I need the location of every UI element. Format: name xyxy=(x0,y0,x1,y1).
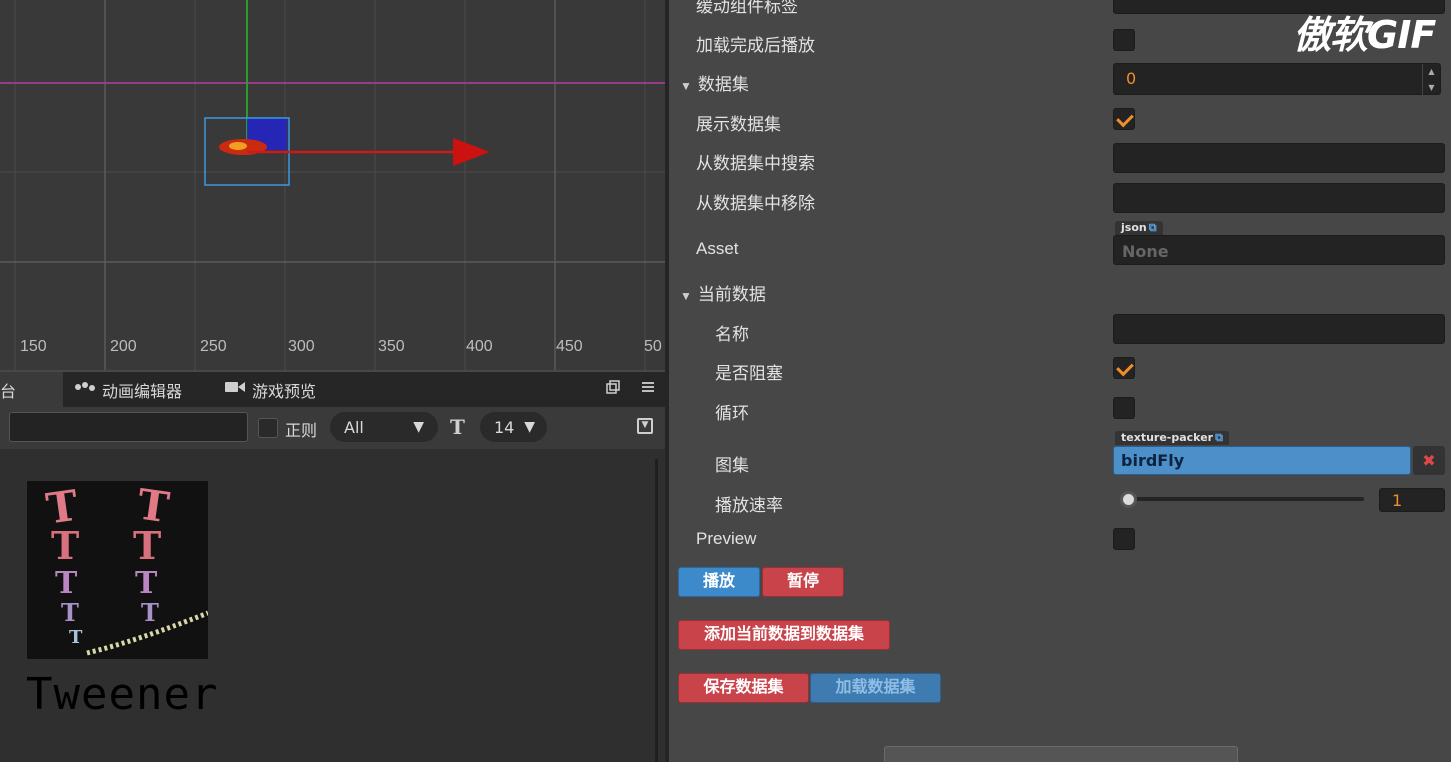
play-rate-slider-track[interactable] xyxy=(1123,497,1364,501)
atlas-tag-text: texture-packer xyxy=(1121,431,1214,444)
regex-label: 正则 xyxy=(285,421,318,440)
name-label: 名称 xyxy=(715,325,749,344)
add-component-button[interactable] xyxy=(884,746,1238,762)
menu-icon[interactable] xyxy=(639,380,657,398)
gizmo-x-arrow xyxy=(453,138,490,166)
preview-checkbox[interactable] xyxy=(1113,528,1135,550)
remove-dataset-input[interactable] xyxy=(1113,183,1445,213)
scene-view[interactable]: 150 200 250 300 350 400 450 50 xyxy=(0,0,665,370)
log-area: T T T T T T T T T Tweener xyxy=(0,449,665,762)
search-dataset-input[interactable] xyxy=(1113,143,1445,173)
svg-text:T: T xyxy=(61,598,79,627)
watermark-logo: 傲软GIF xyxy=(1293,13,1436,57)
atlas-value: birdFly xyxy=(1121,451,1185,470)
pause-button[interactable]: 暂停 xyxy=(762,567,844,597)
panel-tabbar: 台 动画编辑器 游戏预览 xyxy=(0,372,665,407)
save-dataset-button[interactable]: 保存数据集 xyxy=(678,673,809,703)
current-data-section-header[interactable]: ▼ 当前数据 xyxy=(680,280,766,305)
tab-label: 台 xyxy=(0,383,17,401)
inspector-panel: 缓动组件标签 加载完成后播放 ▼ 数据集 0 ▲ ▼ 展示数据集 从数据集中搜索 从… xyxy=(669,0,1451,762)
asset-label: Asset xyxy=(696,239,739,258)
ruler-tick: 450 xyxy=(556,338,583,355)
font-size-select[interactable]: 14 ▼ xyxy=(480,412,547,442)
name-input[interactable] xyxy=(1113,314,1445,344)
show-dataset-label: 展示数据集 xyxy=(696,115,781,134)
caret-down-icon: ▼ xyxy=(524,419,535,435)
popout-icon[interactable] xyxy=(604,380,622,398)
triangle-down-icon: ▼ xyxy=(680,289,692,303)
add-current-data-button[interactable]: 添加当前数据到数据集 xyxy=(678,620,890,650)
thumbnail-caption: Tweener xyxy=(26,669,219,720)
scene-canvas[interactable] xyxy=(0,0,665,370)
tab-game-preview[interactable]: 游戏预览 xyxy=(224,372,344,407)
tab-label: 动画编辑器 xyxy=(102,383,183,401)
external-link-icon[interactable]: ⧉ xyxy=(1215,431,1223,444)
console-toolbar: 正则 All ▼ T 14 ▼ ▼ xyxy=(0,407,665,449)
atlas-type-tag: texture-packer ⧉ xyxy=(1115,431,1229,445)
log-level-value: All xyxy=(344,417,364,437)
ruler-tick: 400 xyxy=(466,338,493,355)
collapse-icon[interactable]: ▼ xyxy=(637,418,653,434)
svg-text:T: T xyxy=(55,566,78,601)
asset-input[interactable]: None xyxy=(1113,235,1445,265)
ruler-tick: 150 xyxy=(20,338,47,355)
show-dataset-checkbox[interactable] xyxy=(1113,108,1135,130)
external-link-icon[interactable]: ⧉ xyxy=(1149,221,1157,234)
clear-icon[interactable]: ✖ xyxy=(1413,446,1445,475)
dataset-section-header[interactable]: ▼ 数据集 xyxy=(680,70,749,95)
loop-checkbox[interactable] xyxy=(1113,397,1135,419)
easing-label-label: 缓动组件标签 xyxy=(696,0,798,16)
number-stepper[interactable]: ▲ ▼ xyxy=(1422,64,1440,96)
play-rate-label: 播放速率 xyxy=(715,496,783,515)
load-dataset-button[interactable]: 加载数据集 xyxy=(810,673,941,703)
tweener-logo-image: T T T T T T T T T xyxy=(27,481,208,659)
console-panel: 台 动画编辑器 游戏预览 正则 All ▼ T 14 ▼ ▼ T T T T T… xyxy=(0,372,665,762)
log-level-select[interactable]: All ▼ xyxy=(330,412,438,442)
caret-down-icon: ▼ xyxy=(413,419,424,435)
asset-tag-text: json xyxy=(1121,221,1147,234)
svg-text:T: T xyxy=(51,523,79,568)
blocking-label: 是否阻塞 xyxy=(715,364,783,383)
ruler-tick: 50 xyxy=(644,338,662,355)
atlas-label: 图集 xyxy=(715,456,749,475)
triangle-down-icon: ▼ xyxy=(680,79,692,93)
vertical-scrollbar[interactable] xyxy=(655,459,658,762)
tab-console[interactable]: 台 xyxy=(0,372,63,407)
search-dataset-label: 从数据集中搜索 xyxy=(696,154,815,173)
atlas-input[interactable]: birdFly xyxy=(1113,446,1411,475)
blocking-checkbox[interactable] xyxy=(1113,357,1135,379)
asset-type-tag: json ⧉ xyxy=(1115,221,1163,235)
dataset-value: 0 xyxy=(1126,69,1137,88)
play-rate-value: 1 xyxy=(1392,491,1403,510)
svg-text:T: T xyxy=(69,627,83,648)
asset-value: None xyxy=(1122,242,1169,261)
preview-label: Preview xyxy=(696,529,757,548)
svg-text:T: T xyxy=(141,598,159,627)
play-rate-input[interactable]: 1 xyxy=(1379,488,1445,512)
play-button[interactable]: 播放 xyxy=(678,567,760,597)
regex-checkbox[interactable] xyxy=(258,418,278,438)
play-on-load-label: 加载完成后播放 xyxy=(696,36,815,55)
current-data-label: 当前数据 xyxy=(697,285,766,304)
play-on-load-checkbox[interactable] xyxy=(1113,29,1135,51)
tab-animation-editor[interactable]: 动画编辑器 xyxy=(74,372,214,407)
remove-dataset-label: 从数据集中移除 xyxy=(696,194,815,213)
editor-window: 150 200 250 300 350 400 450 50 台 动画编辑器 游 xyxy=(0,0,1451,762)
ruler-tick: 350 xyxy=(378,338,405,355)
tab-label: 游戏预览 xyxy=(252,383,317,401)
font-size-value: 14 xyxy=(494,417,515,437)
ruler-tick: 250 xyxy=(200,338,227,355)
ruler-tick: 300 xyxy=(288,338,315,355)
loop-label: 循环 xyxy=(715,404,749,423)
svg-text:T: T xyxy=(135,566,158,601)
dataset-label: 数据集 xyxy=(697,75,749,94)
camera-icon xyxy=(224,380,246,399)
ruler-tick: 200 xyxy=(110,338,137,355)
dataset-number-input[interactable]: 0 ▲ ▼ xyxy=(1113,63,1441,96)
font-size-icon: T xyxy=(450,415,465,439)
animation-icon xyxy=(74,380,96,399)
filter-input[interactable] xyxy=(9,412,248,442)
svg-text:T: T xyxy=(133,523,161,568)
play-rate-slider-knob[interactable] xyxy=(1120,491,1137,508)
